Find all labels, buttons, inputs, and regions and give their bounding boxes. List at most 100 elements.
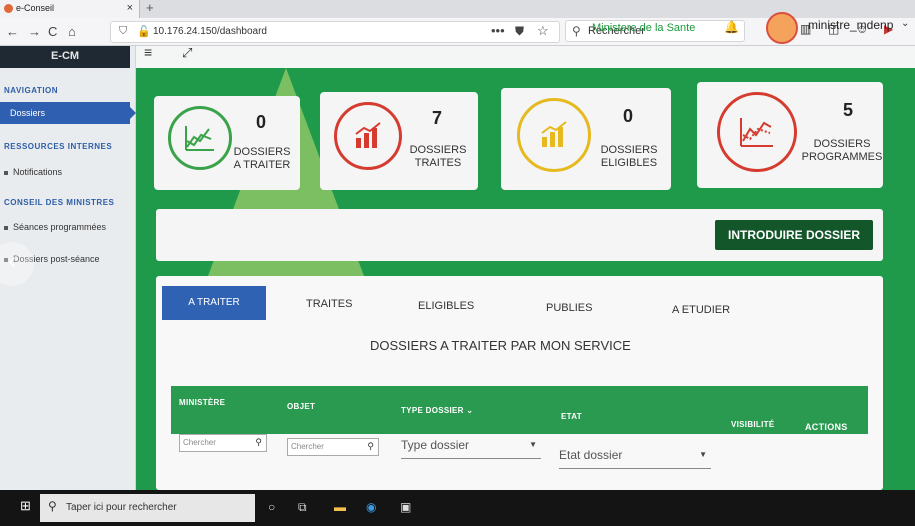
column-etat[interactable]: ETAT xyxy=(561,412,582,421)
sidebar-item-label: Dossiers xyxy=(10,108,46,118)
edge-icon[interactable]: ◉ xyxy=(366,500,376,514)
filter-objet-input[interactable]: Chercher ⚲ xyxy=(287,438,379,456)
address-bar[interactable]: ⛉ 🔓 10.176.24.150/dashboard ••• ⛊ ☆ xyxy=(110,21,560,43)
bullet-icon xyxy=(4,170,8,175)
stat-label-line1: DOSSIERS xyxy=(409,144,467,156)
page-actions-icon[interactable]: ••• xyxy=(491,23,505,38)
back-icon[interactable]: ← xyxy=(6,24,19,39)
stat-card-traites[interactable]: 7 DOSSIERS TRAITES xyxy=(320,92,478,190)
column-label: TYPE DOSSIER xyxy=(401,406,464,415)
reload-icon[interactable]: C xyxy=(48,24,57,39)
column-actions[interactable]: ACTIONS xyxy=(805,422,848,432)
etat-dossier-select[interactable]: Etat dossier ▼ xyxy=(559,448,711,469)
search-icon: ⚲ xyxy=(367,441,374,451)
top-strip: ≡ ⤢ xyxy=(136,46,915,68)
chart-ring-icon xyxy=(168,106,232,170)
brand-logo: E-CM xyxy=(0,46,130,68)
url-text: 10.176.24.150/dashboard xyxy=(153,26,267,37)
tab-a-traiter[interactable]: A TRAITER xyxy=(162,286,266,320)
dropdown-arrow-icon: ▼ xyxy=(529,440,537,449)
column-objet[interactable]: OBJET xyxy=(287,402,315,411)
sidebar-item-label: Séances programmées xyxy=(13,222,107,232)
search-icon: ⚲ xyxy=(48,499,57,513)
bookmark-star-icon[interactable]: ☆ xyxy=(537,23,549,39)
filter-placeholder: Chercher xyxy=(291,442,324,451)
search-icon: ⚲ xyxy=(255,437,262,447)
column-ministere[interactable]: MINISTÈRE xyxy=(179,398,225,407)
forward-icon[interactable]: → xyxy=(28,24,41,39)
stat-label-line2: PROGRAMMES xyxy=(801,151,883,163)
chevron-down-icon: ⌄ xyxy=(466,406,474,415)
bell-icon[interactable]: 🔔 xyxy=(724,20,739,34)
browser-tab[interactable]: e-Conseil × xyxy=(0,0,140,18)
sidebar-item-dossiers[interactable]: Dossiers xyxy=(0,102,136,124)
stat-count: 7 xyxy=(431,108,442,128)
stat-card-programmes[interactable]: 5 DOSSIERS PROGRAMMES xyxy=(697,82,883,188)
stat-label-line2: A TRAITER xyxy=(233,159,291,171)
panel-title: DOSSIERS A TRAITER PAR MON SERVICE xyxy=(370,338,631,353)
tab-traites[interactable]: TRAITES xyxy=(306,298,352,310)
taskbar-search-text: Taper ici pour rechercher xyxy=(66,502,177,513)
chart-ring-icon xyxy=(517,98,591,172)
filter-row: Chercher ⚲ Chercher ⚲ Type dossier ▼ Eta… xyxy=(171,434,868,490)
action-bar: INTRODUIRE DOSSIER xyxy=(156,209,883,261)
type-dossier-select[interactable]: Type dossier ▼ xyxy=(401,438,541,459)
main-content: ≡ ⤢ 0 DOSSIERS A TRAITER 7 DOSSIERS TRAI… xyxy=(136,46,915,490)
chart-ring-icon xyxy=(717,92,797,172)
new-tab-button[interactable]: + xyxy=(146,0,154,15)
chevron-down-icon[interactable]: ⌄ xyxy=(901,18,909,29)
tab-title: e-Conseil xyxy=(16,3,55,13)
stat-label: DOSSIERS ELIGIBLES xyxy=(595,144,663,170)
avatar[interactable] xyxy=(766,12,798,44)
bullet-icon xyxy=(4,225,8,230)
stat-label: DOSSIERS A TRAITER xyxy=(230,146,294,172)
tab-a-etudier[interactable]: A ETUDIER xyxy=(672,304,730,316)
stat-label: DOSSIERS TRAITES xyxy=(406,144,470,170)
os-taskbar: ⊞ ⚲ Taper ici pour rechercher ○ ⧉ ▬ ◉ ▣ xyxy=(0,490,915,526)
sidebar-heading-resources: RESSOURCES INTERNES xyxy=(4,142,113,151)
pocket-icon[interactable]: ⛊ xyxy=(515,24,524,39)
introduce-dossier-button[interactable]: INTRODUIRE DOSSIER xyxy=(715,220,873,250)
select-value: Etat dossier xyxy=(559,448,623,462)
stat-label: DOSSIERS PROGRAMMES xyxy=(801,138,883,164)
favicon-icon xyxy=(4,4,13,13)
tab-eligibles[interactable]: ELIGIBLES xyxy=(418,300,474,312)
dossiers-panel: A TRAITER TRAITES ELIGIBLES PUBLIES A ET… xyxy=(156,276,883,490)
dropdown-arrow-icon: ▼ xyxy=(699,450,707,459)
sidebar-item-seances[interactable]: Séances programmées xyxy=(4,222,106,232)
username[interactable]: ministre_mdenp xyxy=(808,18,893,32)
stat-label-line1: DOSSIERS xyxy=(233,146,291,158)
cortana-icon[interactable]: ○ xyxy=(268,500,275,514)
filter-ministere-input[interactable]: Chercher ⚲ xyxy=(179,434,267,452)
column-visibilite[interactable]: VISIBILITÉ xyxy=(731,420,774,429)
close-tab-icon[interactable]: × xyxy=(127,2,133,14)
home-icon[interactable]: ⌂ xyxy=(68,24,76,39)
search-icon: ⚲ xyxy=(572,24,581,38)
sidebar-item-label: Notifications xyxy=(13,167,63,177)
stat-count: 5 xyxy=(842,100,853,120)
column-type-dossier[interactable]: TYPE DOSSIER ⌄ xyxy=(401,406,473,415)
stat-card-a-traiter[interactable]: 0 DOSSIERS A TRAITER xyxy=(154,96,300,190)
fullscreen-icon[interactable]: ⤢ xyxy=(182,46,192,61)
shield-icon: ⛉ xyxy=(119,25,128,37)
tab-publies[interactable]: PUBLIES xyxy=(546,302,592,314)
windows-start-icon[interactable]: ⊞ xyxy=(20,498,31,514)
stat-label-line1: DOSSIERS xyxy=(600,144,658,156)
insecure-lock-icon[interactable]: 🔓 xyxy=(137,25,151,38)
app-area: E-CM NAVIGATION Dossiers RESSOURCES INTE… xyxy=(0,12,915,490)
menu-toggle-icon[interactable]: ≡ xyxy=(144,46,152,60)
select-value: Type dossier xyxy=(401,438,470,452)
ministry-label: Ministere de la Sante xyxy=(592,22,696,34)
stat-label-line2: TRAITES xyxy=(414,157,462,169)
sidebar-item-notifications[interactable]: Notifications xyxy=(4,167,62,177)
stat-card-eligibles[interactable]: 0 DOSSIERS ELIGIBLES xyxy=(501,88,671,190)
chart-ring-icon xyxy=(334,102,402,170)
filter-placeholder: Chercher xyxy=(183,438,216,447)
stat-count: 0 xyxy=(255,112,266,132)
stat-label-line1: DOSSIERS xyxy=(813,138,871,150)
file-explorer-icon[interactable]: ▬ xyxy=(334,500,346,514)
taskbar-search[interactable]: ⚲ Taper ici pour rechercher xyxy=(40,494,255,522)
task-view-icon[interactable]: ⧉ xyxy=(298,500,307,515)
app-icon[interactable]: ▣ xyxy=(400,500,411,514)
sidebar-heading-council: CONSEIL DES MINISTRES xyxy=(4,198,115,207)
